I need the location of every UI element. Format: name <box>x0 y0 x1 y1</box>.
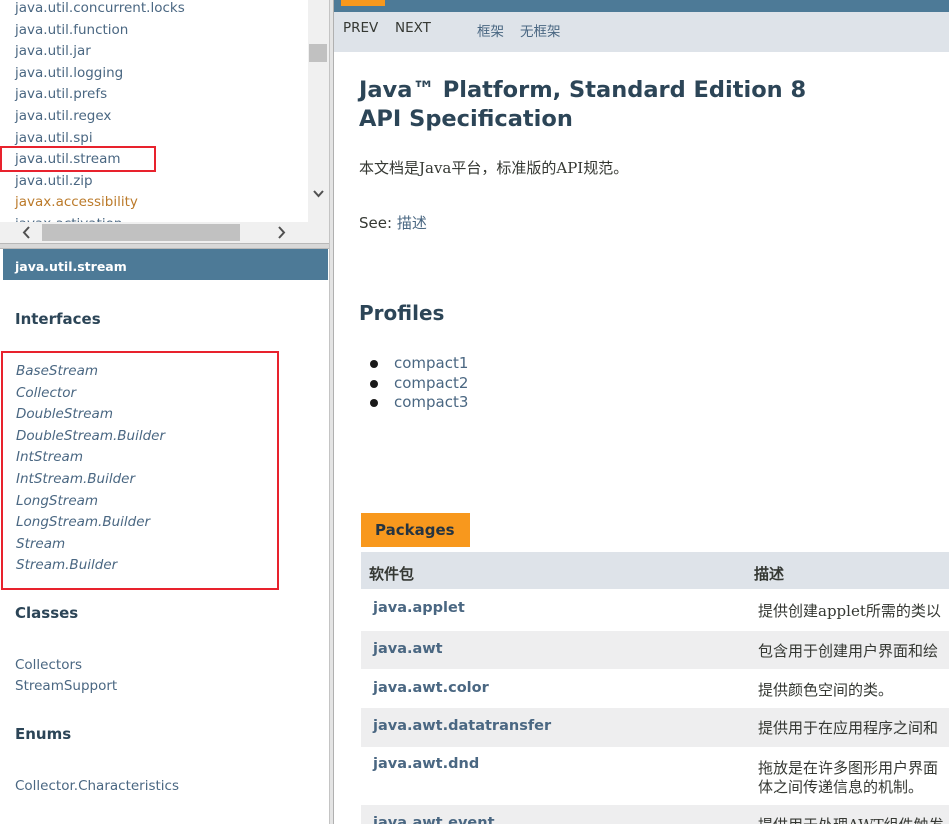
class-link[interactable]: StreamSupport <box>15 678 117 694</box>
page-title: Java™ Platform, Standard Edition 8 API S… <box>359 76 806 134</box>
package-name-link[interactable]: java.applet <box>373 600 465 616</box>
package-frame-title[interactable]: java.util.stream <box>15 259 127 274</box>
table-header-package: 软件包 <box>369 565 415 583</box>
profile-link[interactable]: compact1 <box>370 354 468 372</box>
prev-link[interactable]: PREV <box>343 20 378 36</box>
package-name-link[interactable]: java.awt.event <box>373 815 495 824</box>
profile-link[interactable]: compact2 <box>370 374 468 392</box>
sub-nav: PREV NEXT 框架 无框架 <box>334 12 949 52</box>
packages-caption: Packages <box>361 513 470 547</box>
package-list-frame: java.util.concurrent.locks java.util.fun… <box>0 0 329 243</box>
chevron-down-icon[interactable] <box>311 186 326 201</box>
package-name-link[interactable]: java.awt.color <box>373 680 489 696</box>
package-description: 提供用于在应用程序之间和 <box>758 719 939 737</box>
page-title-line1: Java™ Platform, Standard Edition 8 <box>359 77 807 103</box>
package-description-line2: 体之间传递信息的机制。 <box>758 778 924 796</box>
enums-heading: Enums <box>15 725 72 743</box>
intro-text: 本文档是Java平台，标准版的API规范。 <box>359 159 629 177</box>
table-row: java.applet 提供创建applet所需的类以 <box>361 589 949 631</box>
profile-label[interactable]: compact2 <box>394 374 468 392</box>
package-link-visited[interactable]: javax.accessibility <box>15 194 138 210</box>
page-title-line2: API Specification <box>359 106 573 132</box>
top-nav-bar <box>334 0 949 12</box>
see-description-link[interactable]: 描述 <box>397 214 427 232</box>
profile-link[interactable]: compact3 <box>370 393 468 411</box>
table-row: java.awt 包含用于创建用户界面和绘 <box>361 631 949 669</box>
package-description: 提供用于处理AWT组件触发 <box>758 816 944 824</box>
package-description: 提供颜色空间的类。 <box>758 681 894 699</box>
interface-link[interactable]: Collector <box>16 385 76 401</box>
package-link[interactable]: java.util.concurrent.locks <box>15 0 185 16</box>
package-frame: java.util.stream Interfaces BaseStream C… <box>0 249 329 824</box>
see-line: See: 描述 <box>359 212 427 233</box>
interface-link[interactable]: DoubleStream.Builder <box>16 428 165 444</box>
package-name-link[interactable]: java.awt.dnd <box>373 756 479 772</box>
scrollbar-corner <box>308 222 329 243</box>
interface-link[interactable]: IntStream.Builder <box>16 471 135 487</box>
interfaces-heading: Interfaces <box>15 310 101 328</box>
next-link[interactable]: NEXT <box>395 20 431 36</box>
package-description: 提供创建applet所需的类以 <box>758 602 941 620</box>
see-label: See: <box>359 214 393 232</box>
package-description: 包含用于创建用户界面和绘 <box>758 642 939 660</box>
interface-link[interactable]: IntStream <box>16 449 83 465</box>
table-row: java.awt.color 提供颜色空间的类。 <box>361 669 949 708</box>
package-link[interactable]: java.util.regex <box>15 108 111 124</box>
package-link[interactable]: java.util.logging <box>15 65 123 81</box>
no-frames-link[interactable]: 无框架 <box>520 20 561 40</box>
classes-heading: Classes <box>15 604 79 622</box>
chevron-right-icon[interactable] <box>272 224 290 241</box>
table-row: java.awt.datatransfer 提供用于在应用程序之间和 <box>361 708 949 747</box>
horizontal-scrollbar[interactable] <box>0 222 308 243</box>
interface-link[interactable]: Stream <box>16 536 65 552</box>
bullet-icon <box>370 380 378 388</box>
interface-link[interactable]: DoubleStream <box>16 406 113 422</box>
interface-link[interactable]: Stream.Builder <box>16 557 117 573</box>
table-header-description: 描述 <box>754 565 785 583</box>
package-description: 拖放是在许多图形用户界面 <box>758 759 939 777</box>
table-header-row: 软件包 描述 <box>361 552 949 589</box>
bullet-icon <box>370 399 378 407</box>
enum-link[interactable]: Collector.Characteristics <box>15 778 179 794</box>
top-nav-active-tab[interactable] <box>341 0 385 6</box>
vertical-scrollbar-thumb[interactable] <box>309 44 327 62</box>
chevron-left-icon[interactable] <box>18 224 36 241</box>
table-row: java.awt.dnd 拖放是在许多图形用户界面 体之间传递信息的机制。 <box>361 747 949 805</box>
interface-link[interactable]: LongStream <box>16 493 98 509</box>
package-link[interactable]: java.util.zip <box>15 173 93 189</box>
main-frame: PREV NEXT 框架 无框架 Java™ Platform, Standar… <box>334 0 949 824</box>
package-frame-title-bar: java.util.stream <box>3 249 328 280</box>
package-name-link[interactable]: java.awt.datatransfer <box>373 718 551 734</box>
package-link[interactable]: java.util.spi <box>15 130 93 146</box>
package-link[interactable]: java.util.jar <box>15 43 91 59</box>
packages-caption-label: Packages <box>375 521 455 539</box>
frames-link[interactable]: 框架 <box>477 20 504 40</box>
horizontal-scrollbar-thumb[interactable] <box>42 224 240 241</box>
interface-link[interactable]: LongStream.Builder <box>16 514 150 530</box>
package-name-link[interactable]: java.awt <box>373 641 443 657</box>
class-link[interactable]: Collectors <box>15 657 82 673</box>
interface-link[interactable]: BaseStream <box>16 363 98 379</box>
profiles-heading: Profiles <box>359 301 445 325</box>
package-link-java-util-stream[interactable]: java.util.stream <box>15 151 121 167</box>
package-link[interactable]: java.util.function <box>15 22 128 38</box>
bullet-icon <box>370 360 378 368</box>
profile-label[interactable]: compact1 <box>394 354 468 372</box>
table-row: java.awt.event 提供用于处理AWT组件触发 <box>361 805 949 824</box>
profile-label[interactable]: compact3 <box>394 393 468 411</box>
package-link[interactable]: java.util.prefs <box>15 86 107 102</box>
vertical-scrollbar[interactable] <box>308 0 329 222</box>
